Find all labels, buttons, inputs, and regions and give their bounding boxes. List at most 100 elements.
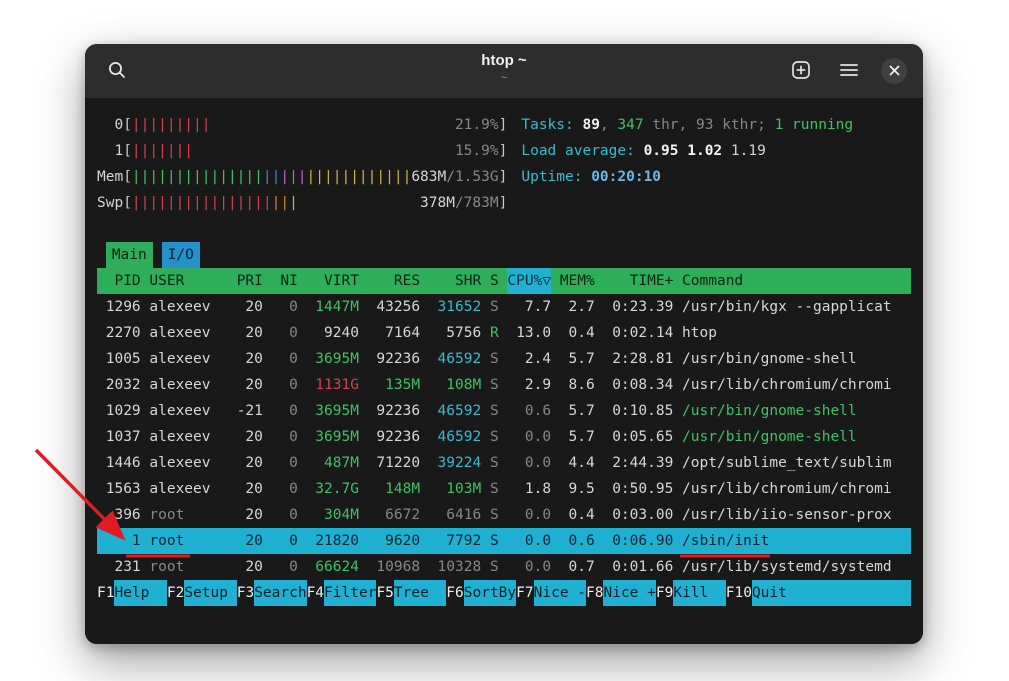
cell-gap [420,320,429,346]
col-header-command[interactable]: Command [682,268,743,294]
cell-gap [595,346,604,372]
new-tab-button[interactable] [785,55,817,87]
process-row-2032[interactable]: 2032 alexeev 20 0 1131G 135M 108M S 2.9 … [97,372,911,398]
process-row-1029[interactable]: 1029 alexeev -21 0 3695M 92236 46592 S 0… [97,398,911,424]
header-meters-area: 0[||||||||| 21.9%] 1[||||||| 15.9%]Mem[|… [97,112,911,216]
meter-bracket-close: ] [499,190,508,216]
meter-bars: ||||||||||||||||||||||||||||||||683M/1.5… [132,164,499,190]
fnkey-label: Filter [324,580,376,606]
terminal-content: 0[||||||||| 21.9%] 1[||||||| 15.9%]Mem[|… [85,98,923,644]
cell-gap [359,320,368,346]
cell-gap [263,294,272,320]
fnkey-f4[interactable]: F4Filter [307,580,377,606]
process-row-396[interactable]: 396 root 20 0 304M 6672 6416 S 0.0 0.4 0… [97,502,911,528]
fnkey-f8[interactable]: F8Nice + [586,580,656,606]
cell-shr: 7792 [429,528,481,554]
menu-button[interactable] [833,55,865,87]
cell-gap [298,320,307,346]
process-row-1446[interactable]: 1446 alexeev 20 0 487M 71220 39224 S 0.0… [97,450,911,476]
col-header-mem[interactable]: MEM% [560,268,595,294]
process-row-231[interactable]: 231 root 20 0 66624 10968 10328 S 0.0 0.… [97,554,911,580]
process-row-2270[interactable]: 2270 alexeev 20 0 9240 7164 5756 R 13.0 … [97,320,911,346]
cell-pri: 20 [237,294,263,320]
cell-virt: 1447M [307,294,359,320]
cell-cpu: 0.0 [507,502,551,528]
col-header-user[interactable]: USER [149,268,228,294]
cell-gap [359,450,368,476]
process-row-1037[interactable]: 1037 alexeev 20 0 3695M 92236 46592 S 0.… [97,424,911,450]
cell-user: alexeev [149,424,228,450]
column-gap [551,268,560,294]
cell-shr: 103M [429,476,481,502]
cell-gap [298,450,307,476]
cell-gap [481,320,490,346]
fnkey-f7[interactable]: F7Nice - [516,580,586,606]
cell-ni: 0 [272,424,298,450]
close-button[interactable] [881,58,907,84]
cell-command: /usr/bin/kgx --gapplicat [682,294,892,320]
cell-ni: 0 [272,450,298,476]
cell-pid: 1029 [97,398,141,424]
cell-s: S [490,450,499,476]
cell-s: S [490,502,499,528]
col-header-s[interactable]: S [490,268,499,294]
meter-bracket-open: [ [123,138,132,164]
cell-pid: 2270 [97,320,141,346]
close-icon [889,64,900,79]
cell-gap [263,398,272,424]
stat-segment: , [600,117,617,133]
cell-cpu: 0.6 [507,398,551,424]
stat-segment: thr, [644,117,696,133]
cell-gap [595,528,604,554]
col-header-pri[interactable]: PRI [237,268,263,294]
col-header-shr[interactable]: SHR [429,268,481,294]
fnkey-number: F1 [97,580,114,606]
cell-gap [141,450,150,476]
process-row-1[interactable]: 1 root 20 0 21820 9620 7792 S 0.0 0.6 0:… [97,528,911,554]
cell-virt: 9240 [307,320,359,346]
search-button[interactable] [101,55,133,87]
fnkey-f10[interactable]: F10Quit [726,580,911,606]
cell-gap [228,320,237,346]
meter-value: /1.53G [446,169,498,185]
col-header-cpu[interactable]: CPU%▽ [507,268,551,294]
cell-pri: 20 [237,424,263,450]
cell-command: /usr/bin/gnome-shell [682,424,857,450]
process-row-1296[interactable]: 1296 alexeev 20 0 1447M 43256 31652 S 7.… [97,294,911,320]
fnkey-f9[interactable]: F9Kill [656,580,726,606]
stat-segment: 347 [617,117,643,133]
cell-gap [481,528,490,554]
cell-gap [595,372,604,398]
cell-gap [420,424,429,450]
cell-gap [141,372,150,398]
fnkey-f1[interactable]: F1Help [97,580,167,606]
fnkey-number: F6 [446,580,463,606]
meter-bar-segment: ||||||||||||||| [132,169,263,185]
col-header-res[interactable]: RES [368,268,420,294]
col-header-pid[interactable]: PID [97,268,141,294]
col-header-ni[interactable]: NI [272,268,298,294]
fnkey-f2[interactable]: F2Setup [167,580,237,606]
process-row-1563[interactable]: 1563 alexeev 20 0 32.7G 148M 103M S 1.8 … [97,476,911,502]
cell-gap [673,346,682,372]
cell-virt: 487M [307,450,359,476]
cell-gap [551,476,560,502]
fnkey-f5[interactable]: F5Tree [376,580,446,606]
tab-gap [153,242,162,268]
tab-i-o[interactable]: I/O [162,242,200,268]
col-header-time+[interactable]: TIME+ [603,268,673,294]
cell-gap [499,476,508,502]
cell-res: 6672 [368,502,420,528]
cell-pid: 1446 [97,450,141,476]
fnkey-f3[interactable]: F3Search [237,580,307,606]
col-header-virt[interactable]: VIRT [307,268,359,294]
tab-main[interactable]: Main [106,242,153,268]
cell-cpu: 0.0 [507,450,551,476]
cell-gap [673,528,682,554]
fnkey-f6[interactable]: F6SortBy [446,580,516,606]
cell-shr: 46592 [429,424,481,450]
process-row-1005[interactable]: 1005 alexeev 20 0 3695M 92236 46592 S 2.… [97,346,911,372]
cell-s: S [490,346,499,372]
cell-res: 71220 [368,450,420,476]
cell-pid: 1037 [97,424,141,450]
